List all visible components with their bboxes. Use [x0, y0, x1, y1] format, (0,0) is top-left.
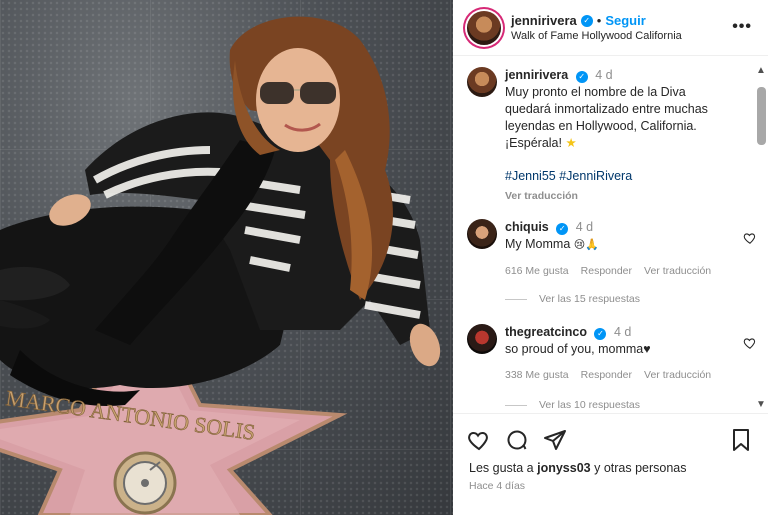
replies-divider [505, 298, 527, 300]
likes-user[interactable]: jonyss03 [537, 461, 591, 475]
bookmark-icon [733, 429, 749, 451]
verified-icon: ✓ [575, 70, 588, 83]
comment-meta: 338 Me gusta Responder Ver traducción [505, 367, 735, 384]
likes-prefix: Les gusta a [469, 461, 538, 475]
commenter-avatar[interactable] [467, 219, 497, 249]
caption-translate-link[interactable]: Ver traducción [505, 188, 708, 205]
comment-username[interactable]: thegreatcinco [505, 325, 587, 339]
scroll-down-arrow-icon[interactable]: ▼ [754, 399, 768, 410]
location-link[interactable]: Walk of Fame Hollywood California [511, 30, 682, 42]
comment-likes[interactable]: 338 Me gusta [505, 367, 569, 384]
comment-bubble-icon[interactable] [505, 428, 529, 452]
verified-icon: ✓ [580, 14, 593, 27]
caption-line: leyendas en Hollywood, California. [505, 119, 697, 133]
caption-avatar[interactable] [467, 67, 497, 97]
caption-time: 4 d [595, 68, 613, 82]
view-replies-label: Ver las 10 respuestas [539, 399, 640, 411]
caption-body: jennirivera ✓ 4 d Muy pronto el nombre d… [505, 67, 708, 205]
caption-header: jennirivera ✓ 4 d [505, 67, 708, 84]
view-replies-button[interactable]: Ver las 10 respuestas [505, 399, 640, 411]
comments-section[interactable]: jennirivera ✓ 4 d Muy pronto el nombre d… [453, 57, 768, 413]
comment-text-row: My Momma 😢🙏 [505, 236, 735, 254]
caption-line: quedará inmortalizado entre muchas [505, 102, 708, 116]
verified-icon: ✓ [556, 222, 569, 235]
comment-body: chiquis ✓ 4 d My Momma 😢🙏 616 Me gusta R… [505, 219, 735, 280]
like-heart-icon[interactable] [467, 428, 491, 452]
heart-emoji-icon: ♥ [643, 342, 651, 356]
reply-button[interactable]: Responder [581, 263, 632, 280]
commenter-avatar[interactable] [467, 324, 497, 354]
post-side-panel: jennirivera ✓ • Seguir Walk of Fame Holl… [453, 0, 768, 515]
scroll-up-arrow-icon[interactable]: ▲ [754, 65, 768, 76]
caption-username[interactable]: jennirivera [505, 68, 568, 82]
post-timestamp: Hace 4 días [469, 480, 526, 492]
author-avatar[interactable] [467, 10, 501, 45]
post-photo[interactable]: MARCO ANTONIO SOLIS [0, 0, 453, 515]
caption-line: ¡Espérala! [505, 136, 562, 150]
caption-hashtags[interactable]: #Jenni55 #JenniRivera [505, 168, 708, 185]
comment-text: so proud of you, momma [505, 342, 644, 356]
comment-header: thegreatcinco ✓ 4 d [505, 324, 735, 341]
caption-line-last: ¡Espérala! ★ [505, 135, 708, 152]
post-header: jennirivera ✓ • Seguir Walk of Fame Holl… [453, 0, 768, 56]
more-options-icon[interactable]: ••• [732, 18, 752, 36]
separator-dot: • [596, 13, 602, 28]
reply-button[interactable]: Responder [581, 367, 632, 384]
comment-body: thegreatcinco ✓ 4 d so proud of you, mom… [505, 324, 735, 384]
comment-time: 4 d [575, 220, 594, 234]
replies-divider [505, 404, 527, 406]
comment-header: chiquis ✓ 4 d [505, 219, 735, 236]
share-paper-plane-icon[interactable] [543, 428, 567, 452]
comment-emoji-icon: 😢🙏 [573, 239, 599, 251]
comment-username[interactable]: chiquis [505, 220, 549, 234]
post-caption: jennirivera ✓ 4 d Muy pronto el nombre d… [467, 67, 749, 205]
view-replies-button[interactable]: Ver las 15 respuestas [505, 293, 640, 305]
comment-text: My Momma [505, 237, 571, 251]
comment-item: thegreatcinco ✓ 4 d so proud of you, mom… [467, 324, 757, 384]
comments-scrollbar[interactable]: ▲ ▼ [754, 65, 768, 410]
likes-summary[interactable]: Les gusta a jonyss03 y otras personas [469, 461, 687, 475]
photo-illustration: MARCO ANTONIO SOLIS [0, 16, 441, 515]
follow-button[interactable]: Seguir [605, 13, 645, 28]
comment-likes[interactable]: 616 Me gusta [505, 263, 569, 280]
verified-icon: ✓ [594, 327, 607, 340]
comment-item: chiquis ✓ 4 d My Momma 😢🙏 616 Me gusta R… [467, 219, 757, 280]
view-replies-label: Ver las 15 respuestas [539, 293, 640, 305]
caption-line: Muy pronto el nombre de la Diva [505, 85, 686, 99]
likes-suffix: y otras personas [590, 461, 687, 475]
comment-time: 4 d [613, 325, 632, 339]
comment-meta: 616 Me gusta Responder Ver traducción [505, 263, 735, 280]
author-row: jennirivera ✓ • Seguir [511, 13, 682, 28]
scrollbar-thumb[interactable] [757, 87, 766, 145]
author-info: jennirivera ✓ • Seguir Walk of Fame Holl… [511, 13, 682, 42]
post-actions [467, 428, 567, 452]
author-username[interactable]: jennirivera [511, 13, 577, 28]
star-emoji-icon: ★ [565, 136, 577, 150]
save-bookmark-button[interactable] [730, 428, 752, 452]
comment-translate-link[interactable]: Ver traducción [644, 263, 711, 280]
comment-text-row: so proud of you, momma♥ [505, 341, 735, 358]
comment-translate-link[interactable]: Ver traducción [644, 367, 711, 384]
post-footer: Les gusta a jonyss03 y otras personas Ha… [453, 413, 768, 515]
